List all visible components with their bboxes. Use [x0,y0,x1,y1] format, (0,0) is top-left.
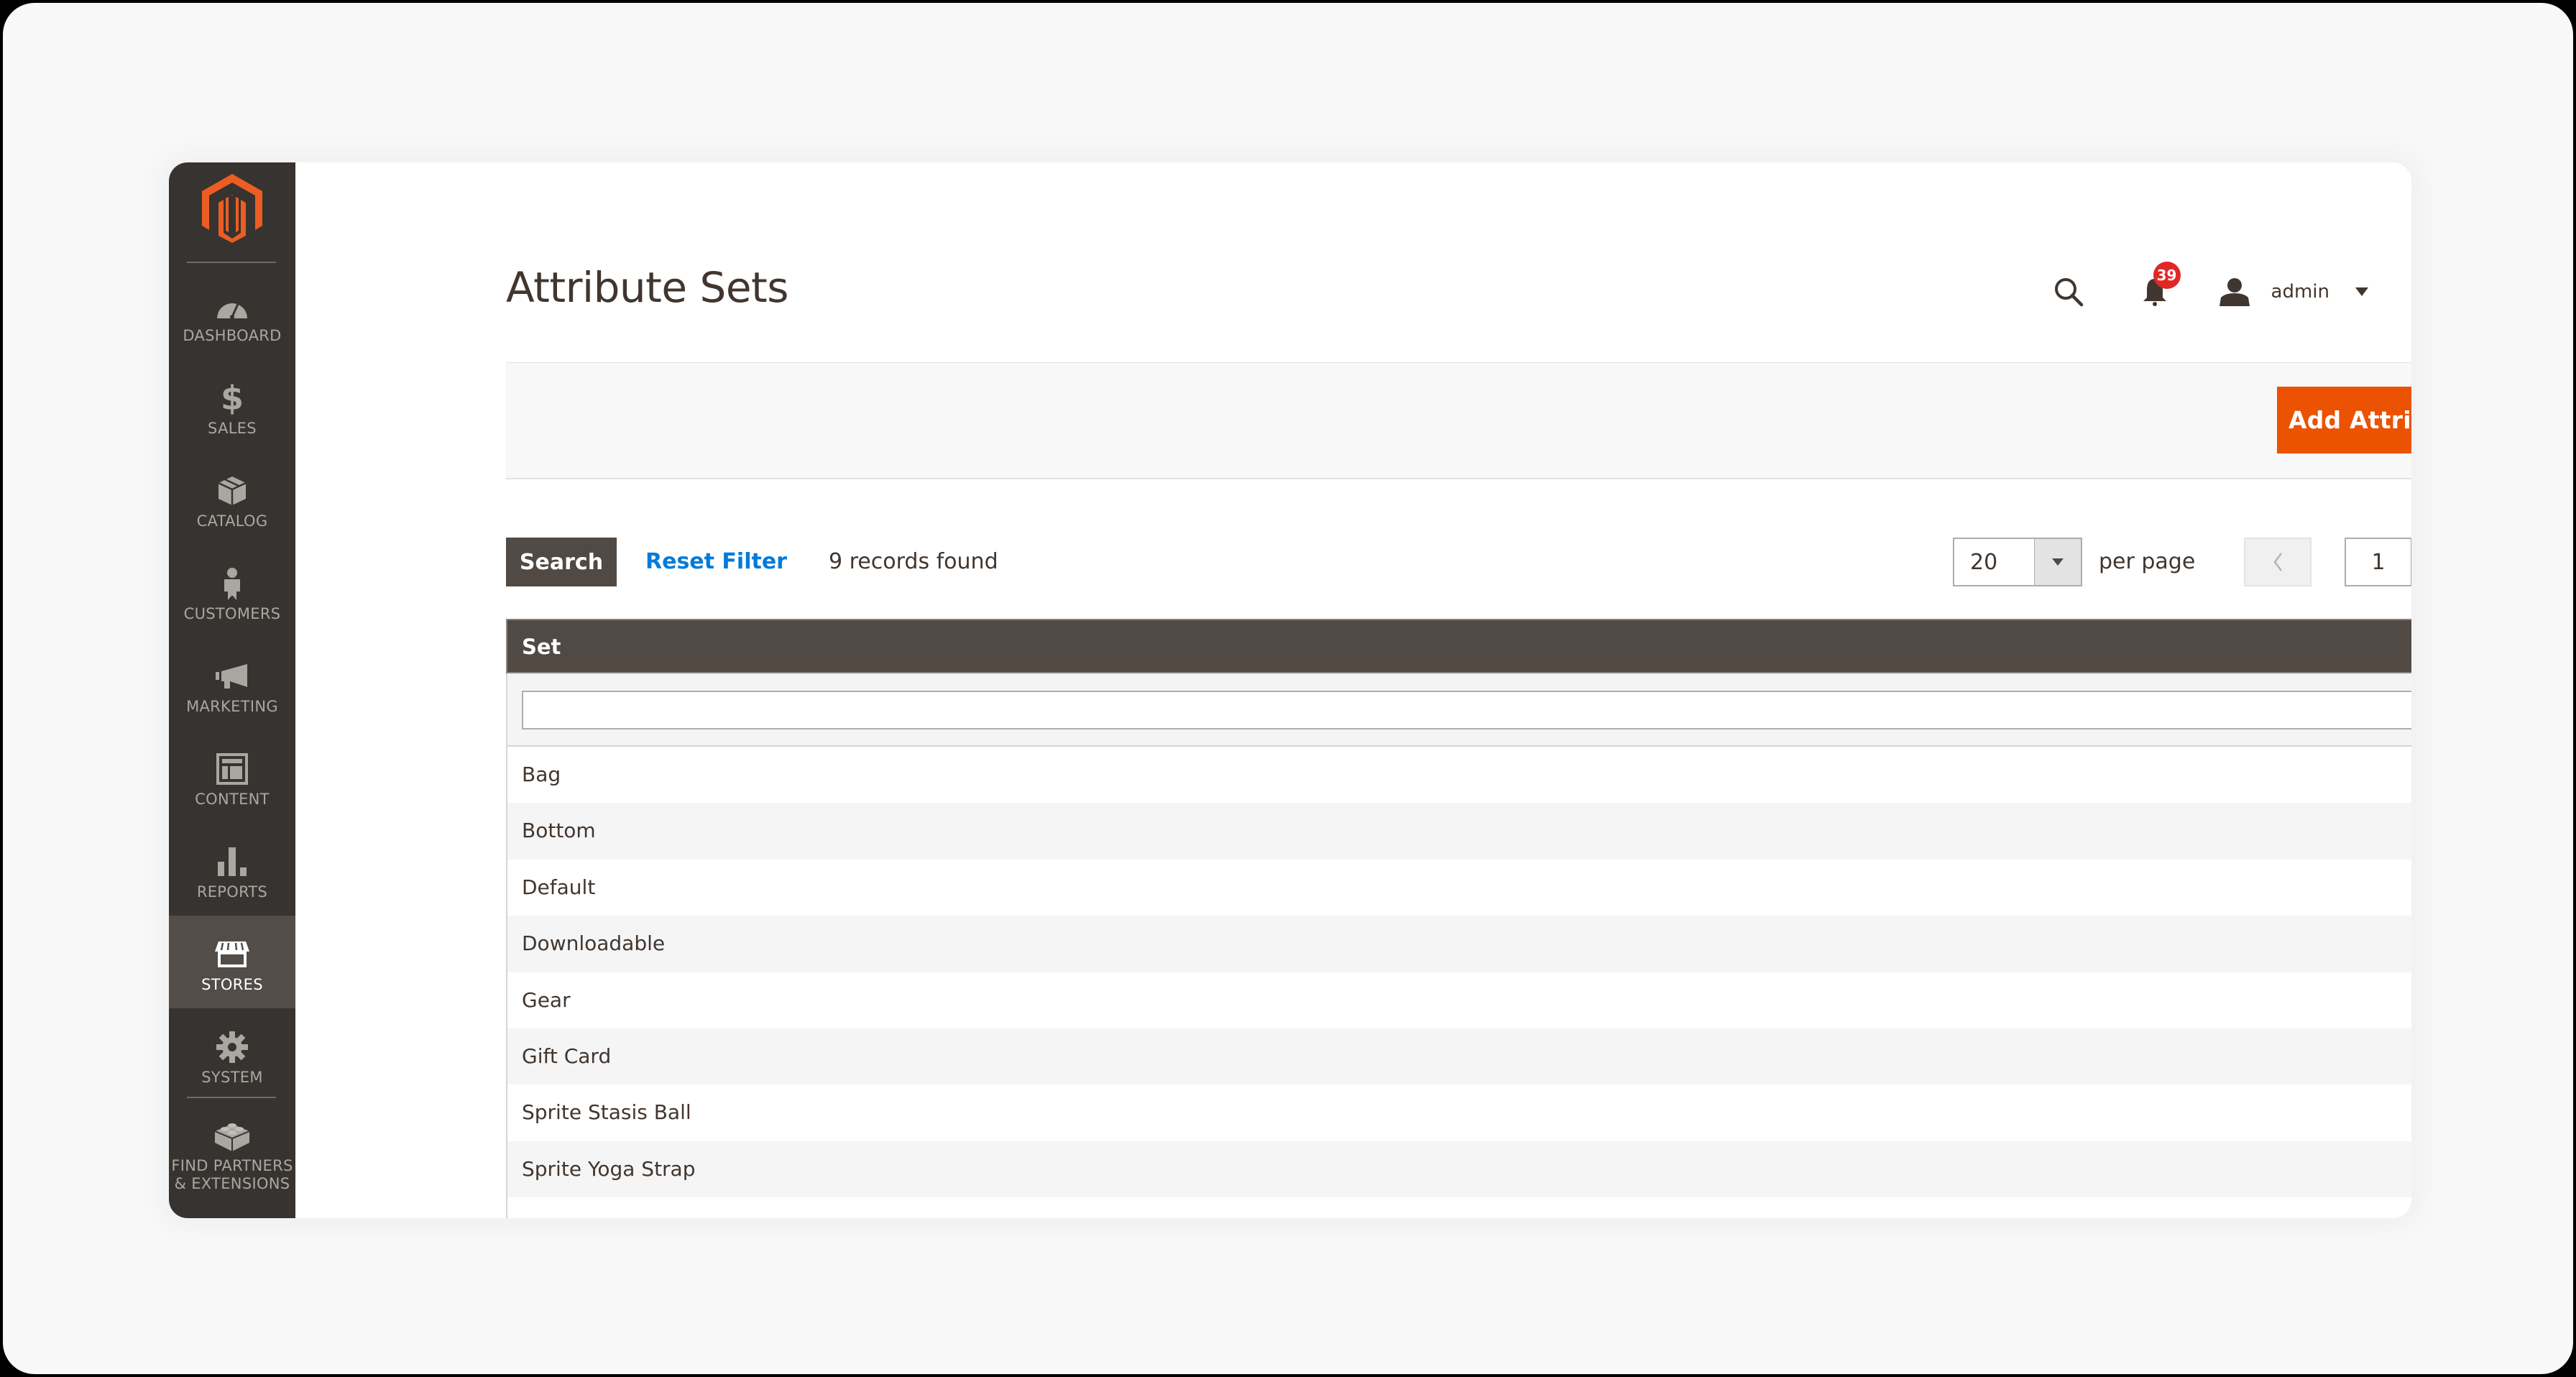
gear-icon [213,1030,252,1064]
dollar-icon: $ [220,379,244,418]
search-icon [2054,278,2083,307]
header-actions: 39 admin [2047,262,2368,313]
set-name-filter-input[interactable] [522,691,2411,729]
sidebar-item-label: REPORTS [196,883,268,901]
set-name-cell: Gift Card [522,1044,612,1068]
admin-window: DASHBOARD $ SALES CATALOG CUSTOMERS MARK… [169,162,2411,1218]
records-found-count: 9 records found [829,549,998,574]
page-actions-bar: Add Attribute Set [506,362,2411,479]
grid-filter-row [506,673,2411,747]
bar-chart-icon [213,844,252,879]
set-name-cell: Sprite Yoga Strap [522,1156,696,1181]
sidebar-item-catalog[interactable]: CATALOG [169,452,295,545]
table-row[interactable]: Bottom [506,803,2411,860]
per-page-select[interactable]: 20 [1953,538,2082,586]
table-row[interactable]: Sprite Yoga Strap [506,1141,2411,1198]
sidebar-item-content[interactable]: CONTENT [169,730,295,823]
reset-filter-link[interactable]: Reset Filter [645,549,787,574]
chevron-left-icon [2273,553,2282,571]
set-name-cell: Sprite Stasis Ball [522,1100,691,1125]
sidebar-item-marketing[interactable]: MARKETING [169,637,295,730]
per-page-dropdown-toggle[interactable] [2034,539,2081,585]
table-row[interactable]: Downloadable [506,916,2411,972]
sidebar-item-label: SYSTEM [201,1069,263,1086]
storefront-icon [213,937,252,972]
chevron-down-icon [2355,287,2368,296]
admin-sidebar: DASHBOARD $ SALES CATALOG CUSTOMERS MARK… [169,162,295,1218]
user-account-menu[interactable]: admin [2219,277,2368,306]
sidebar-item-sales[interactable]: $ SALES [169,359,295,452]
user-avatar-icon [2219,278,2250,306]
attribute-sets-grid: Set ↓ Bag Bottom Default Downloadable Ge… [506,619,2411,1218]
grid-toolbar: Search Reset Filter 9 records found 20 p… [506,538,2411,588]
grid-body: Bag Bottom Default Downloadable Gear Gif… [506,747,2411,1218]
sidebar-item-reports[interactable]: REPORTS [169,823,295,916]
main-content: Attribute Sets 39 admin Add Attribute Se… [295,162,2411,1218]
sidebar-divider [187,262,276,263]
sidebar-item-label: STORES [201,976,263,993]
notification-count-badge: 39 [2153,262,2181,289]
megaphone-icon [213,659,252,694]
current-page-input[interactable] [2345,538,2411,586]
previous-page-button[interactable] [2244,538,2312,586]
magento-logo-icon[interactable] [202,174,262,243]
sidebar-item-find-partners[interactable]: FIND PARTNERS & EXTENSIONS [169,1097,295,1212]
per-page-value: 20 [1970,550,1998,575]
notifications-button[interactable]: 39 [2133,262,2181,313]
search-button[interactable]: Search [506,538,617,586]
table-row[interactable]: Sprite Stasis Ball [506,1084,2411,1141]
set-name-cell: Bottom [522,819,596,843]
sidebar-item-label: CUSTOMERS [183,605,281,622]
table-row[interactable]: Bag [506,747,2411,803]
chevron-down-icon [2052,558,2064,566]
layout-icon [213,752,252,786]
dashboard-gauge-icon [213,288,252,323]
person-icon [213,566,252,601]
table-row[interactable] [506,1197,2411,1218]
screen-frame: DASHBOARD $ SALES CATALOG CUSTOMERS MARK… [3,3,2573,1374]
sidebar-item-label: DASHBOARD [183,327,282,344]
sidebar-item-label: FIND PARTNERS & EXTENSIONS [171,1157,293,1192]
global-search-button[interactable] [2047,270,2090,313]
sidebar-item-system[interactable]: SYSTEM [169,1008,295,1101]
sidebar-item-stores[interactable]: STORES [169,916,295,1008]
sidebar-item-label: CONTENT [195,791,270,808]
table-row[interactable]: Gift Card [506,1028,2411,1085]
sidebar-item-label: MARKETING [186,698,278,715]
sidebar-item-customers[interactable]: CUSTOMERS [169,545,295,637]
sidebar-item-label: CATALOG [196,512,268,530]
box-icon [213,474,252,508]
set-name-cell: Bag [522,763,561,786]
set-name-cell: Default [522,875,596,899]
column-header-set[interactable]: Set [522,635,561,659]
per-page-label: per page [2099,549,2196,574]
user-name: admin [2271,281,2329,303]
add-attribute-set-button[interactable]: Add Attribute Set [2277,387,2411,453]
set-name-cell: Gear [522,987,571,1012]
sidebar-item-label: SALES [208,420,257,437]
table-row[interactable]: Default [506,859,2411,916]
grid-header-row: Set ↓ [506,619,2411,673]
lego-brick-icon [213,1118,252,1153]
sidebar-item-dashboard[interactable]: DASHBOARD [169,267,295,359]
set-name-cell: Downloadable [522,931,666,956]
table-row[interactable]: Gear [506,972,2411,1028]
page-title: Attribute Sets [506,263,789,312]
